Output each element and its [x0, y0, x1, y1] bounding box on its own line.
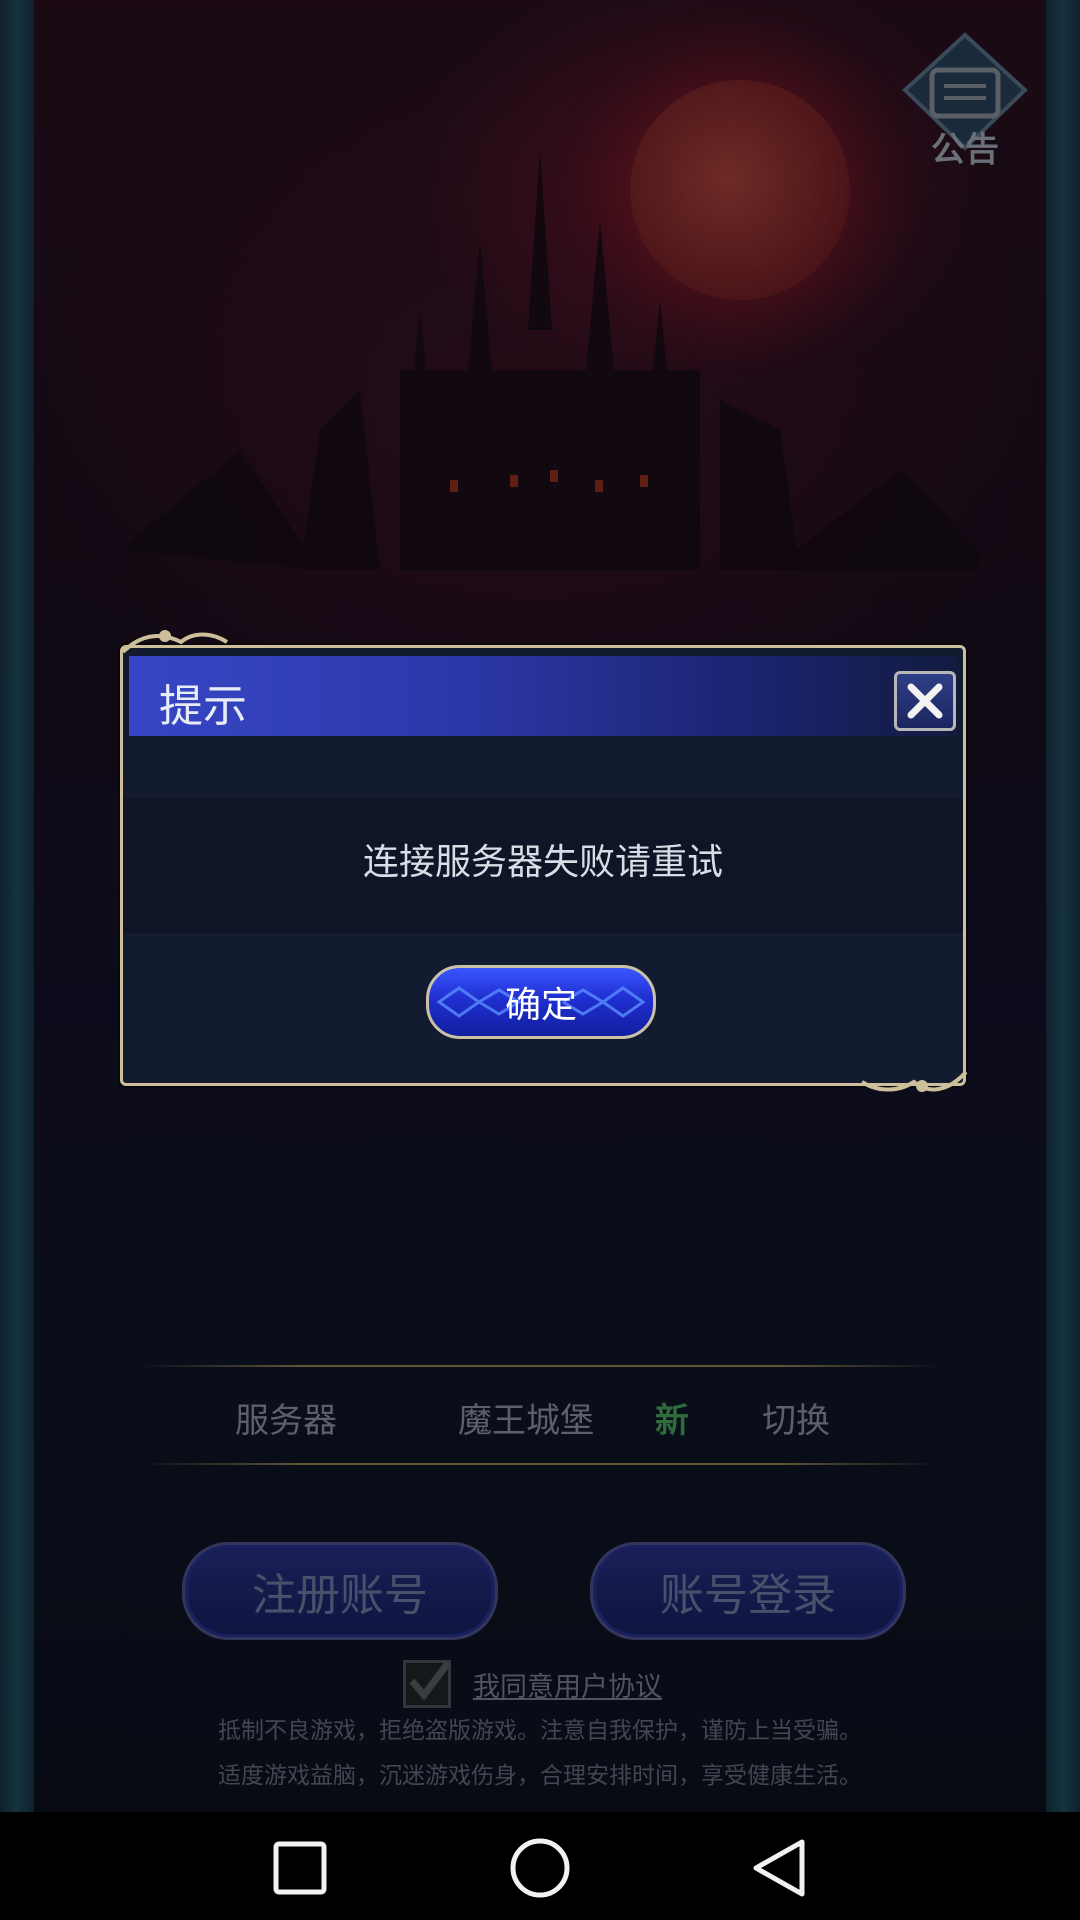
server-name: 魔王城堡 — [458, 1401, 594, 1441]
divider — [140, 1463, 940, 1465]
game-login-screen: 公告 服务器 魔王城堡 新 切换 注册账号 账号登录 我同意用户协议 抵制不良游… — [0, 0, 1080, 1812]
dialog-ok-label: 确定 — [504, 985, 577, 1026]
right-frame-border — [1046, 0, 1080, 1812]
switch-server-button[interactable]: 切换 — [762, 1393, 830, 1442]
system-navigation-bar — [0, 1812, 1080, 1920]
dialog-message: 连接服务器失败请重试 — [362, 842, 723, 883]
circle-icon[interactable] — [508, 1836, 572, 1900]
health-notice-line-1: 抵制不良游戏，拒绝盗版游戏。注意自我保护，谨防上当受骗。 — [218, 1718, 862, 1744]
server-bar: 服务器 魔王城堡 新 切换 — [140, 1365, 940, 1465]
account-login-button[interactable]: 账号登录 — [590, 1542, 906, 1640]
user-agreement-link[interactable]: 我同意用户协议 — [473, 1665, 662, 1704]
server-label: 服务器 — [235, 1401, 337, 1441]
square-icon[interactable] — [268, 1836, 332, 1900]
alert-dialog: 提示 连接服务器失败请重试 确定 — [120, 630, 968, 1092]
checkmark-icon — [409, 1660, 451, 1701]
server-new-badge: 新 — [655, 1401, 689, 1441]
dialog-header: 提示 — [129, 656, 957, 736]
dialog-title: 提示 — [159, 681, 247, 732]
agreement-row: 我同意用户协议 — [403, 1660, 662, 1708]
notice-label: 公告 — [931, 130, 999, 170]
triangle-back-icon[interactable] — [748, 1836, 812, 1900]
corner-ornament-icon — [121, 630, 229, 654]
health-notice-line-2: 适度游戏益脑，沉迷游戏伤身，合理安排时间，享受健康生活。 — [218, 1763, 862, 1789]
agreement-checkbox[interactable] — [403, 1660, 451, 1708]
corner-ornament-icon — [860, 1070, 968, 1092]
register-account-button[interactable]: 注册账号 — [182, 1542, 498, 1640]
close-icon — [907, 683, 943, 719]
notice-button[interactable]: 公告 — [900, 30, 1030, 170]
left-frame-border — [0, 0, 34, 1812]
divider — [140, 1365, 940, 1367]
dialog-ok-button[interactable]: 确定 — [426, 965, 656, 1039]
dialog-close-button[interactable] — [894, 671, 956, 731]
